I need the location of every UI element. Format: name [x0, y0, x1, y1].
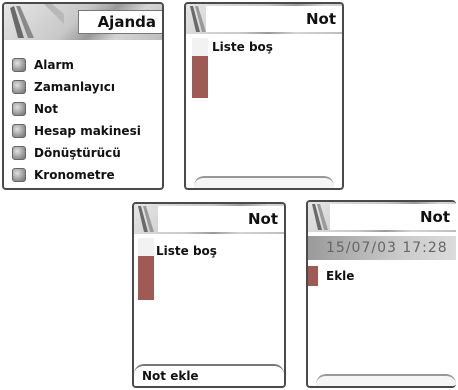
empty-list-message: Liste boş	[212, 40, 273, 54]
note-date-bar[interactable]: 15/07/03 17:28	[308, 236, 456, 260]
menu-item-label: Kronometre	[34, 168, 115, 182]
scrollbar-thumb[interactable]	[138, 256, 154, 300]
not-empty-screen: Not Liste boş	[184, 2, 344, 190]
menu-item-label: Not	[34, 102, 59, 116]
scrollbar-thumb[interactable]	[192, 56, 208, 98]
bottom-softkey-area	[194, 176, 334, 188]
empty-list-message: Liste boş	[156, 244, 217, 258]
not-add-screen: Not Liste boş Not ekle	[132, 202, 286, 388]
menu-item-zamanlayici[interactable]: Zamanlayıcı	[12, 76, 115, 98]
bottom-softkey-area	[316, 374, 456, 386]
menu-item-label: Zamanlayıcı	[34, 80, 115, 94]
menu-item-donusturucu[interactable]: Dönüştürücü	[12, 142, 121, 164]
scrollbar[interactable]	[192, 38, 208, 98]
menu-item-not[interactable]: Not	[12, 98, 58, 120]
number-4-icon	[12, 124, 26, 138]
ajanda-screen: Ajanda Alarm Zamanlayıcı Not Hesap makin…	[2, 2, 164, 190]
number-6-icon	[12, 168, 26, 182]
list-item-add[interactable]: Ekle	[308, 266, 456, 286]
scrollbar[interactable]	[138, 238, 154, 300]
menu-item-kronometre[interactable]: Kronometre	[12, 164, 115, 186]
page-title: Not	[158, 206, 284, 232]
list-item-label: Ekle	[326, 269, 355, 283]
scrollbar-thumb[interactable]	[308, 266, 318, 286]
menu-item-label: Dönüştürücü	[34, 146, 121, 160]
page-title: Not	[206, 6, 342, 32]
not-entry-screen: Not 15/07/03 17:28 Ekle	[306, 200, 456, 388]
menu-item-hesap-makinesi[interactable]: Hesap makinesi	[12, 120, 141, 142]
number-1-icon	[12, 58, 26, 72]
number-2-icon	[12, 80, 26, 94]
menu-item-alarm[interactable]: Alarm	[12, 54, 74, 76]
number-5-icon	[12, 146, 26, 160]
pen-graphic-icon	[312, 204, 328, 230]
pen-graphic-icon	[10, 4, 64, 38]
page-title: Not	[330, 204, 456, 230]
pen-graphic-icon	[138, 206, 154, 232]
number-3-icon	[12, 102, 26, 116]
softkey-add-note[interactable]: Not ekle	[134, 364, 284, 386]
menu-item-label: Alarm	[34, 58, 74, 72]
page-title: Ajanda	[78, 10, 162, 34]
menu-item-label: Hesap makinesi	[34, 124, 141, 138]
